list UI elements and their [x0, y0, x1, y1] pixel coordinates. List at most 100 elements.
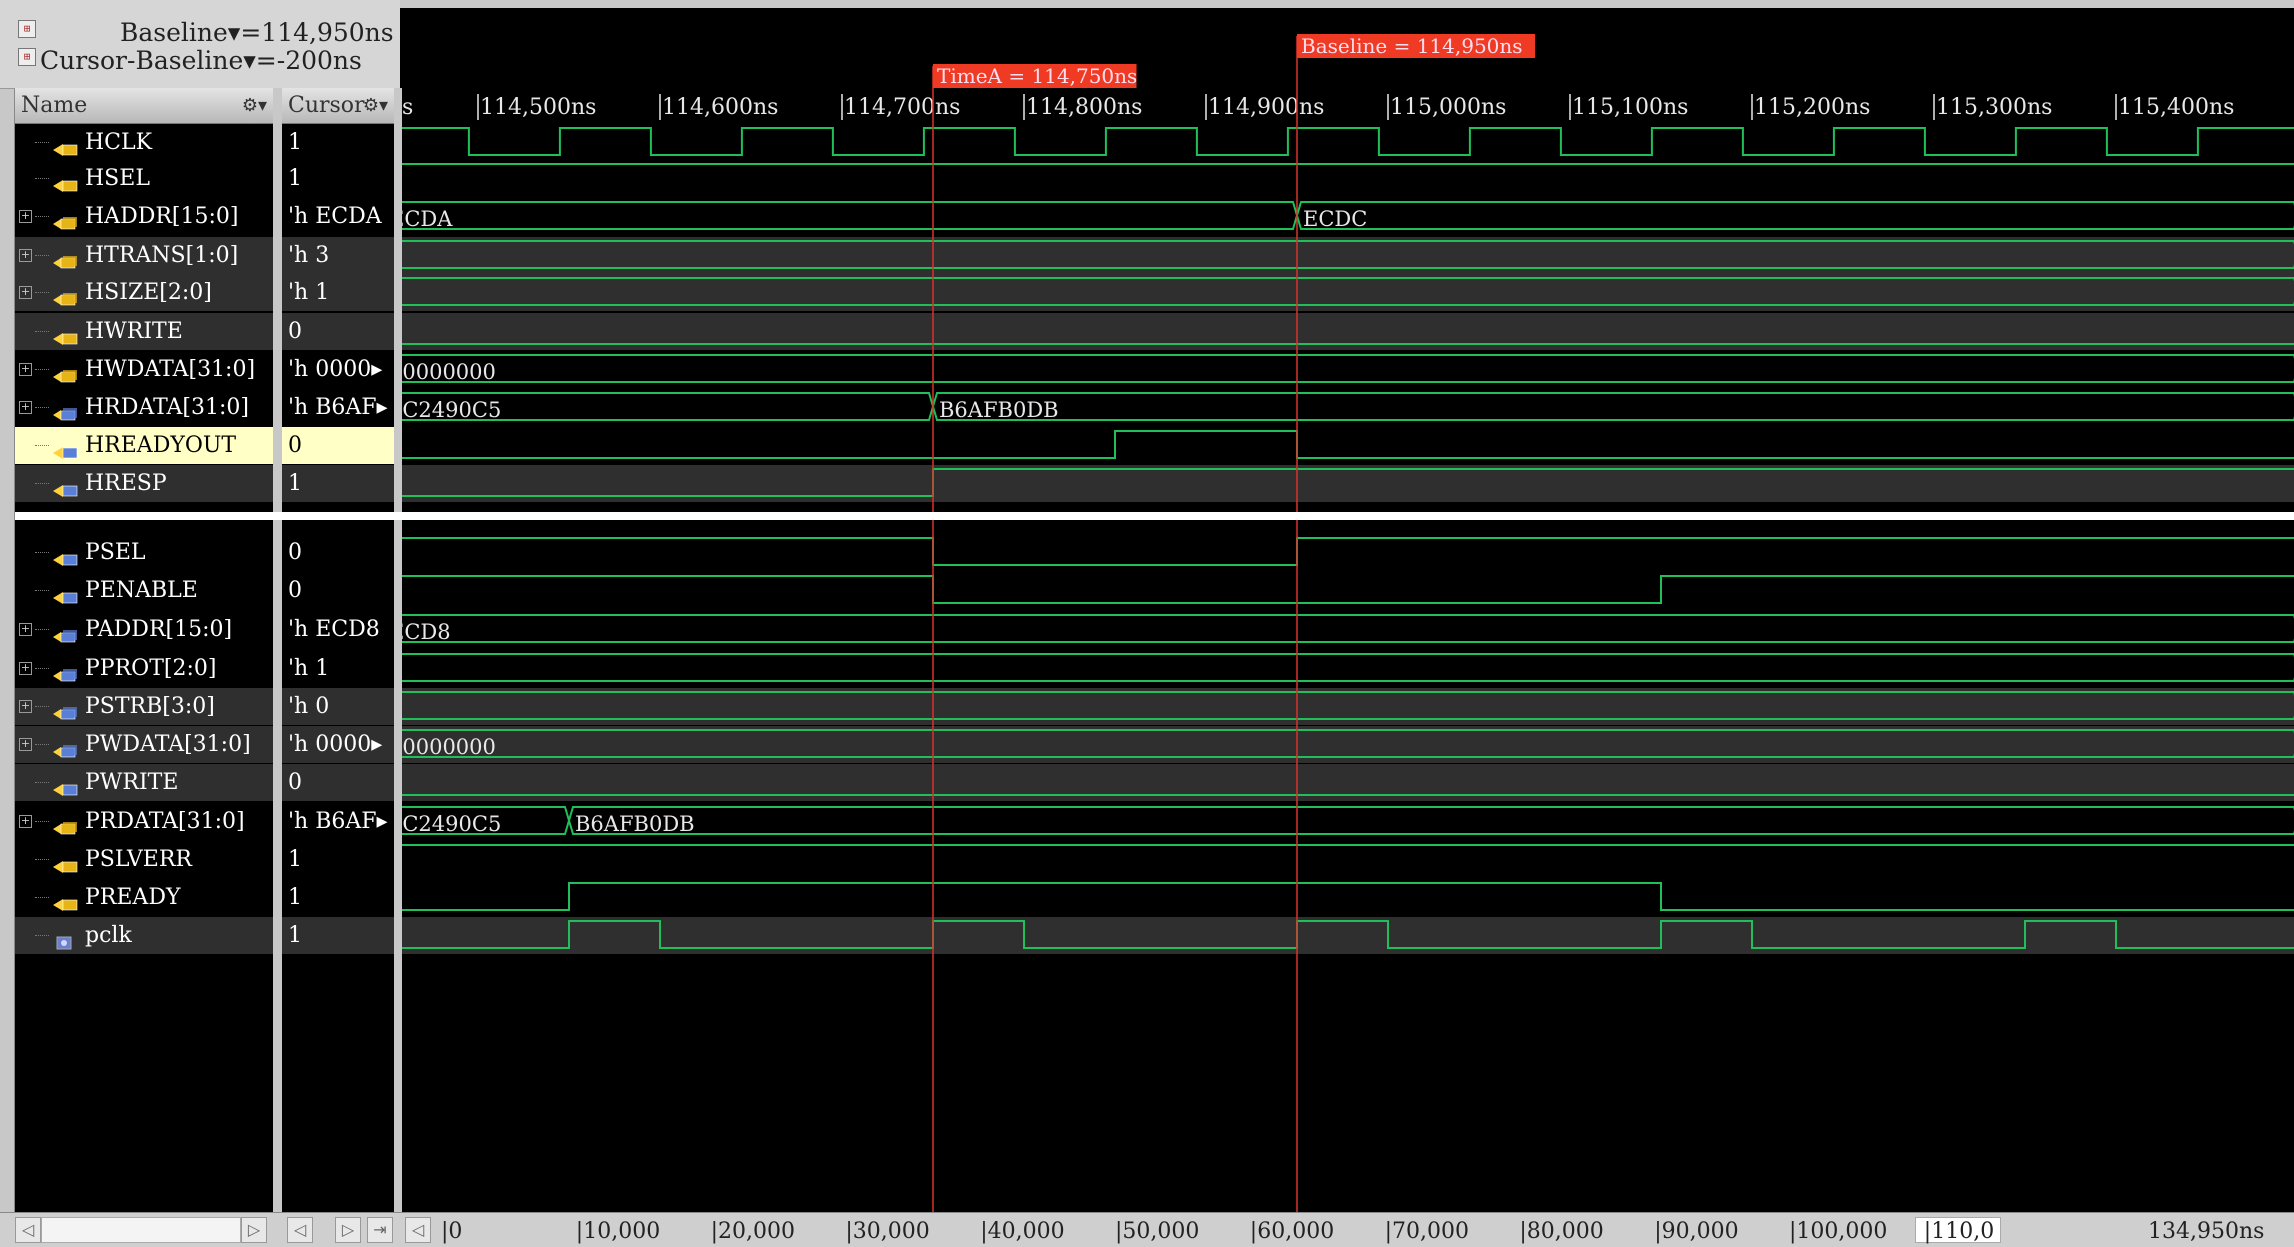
- cursor-baseline-readout[interactable]: Cursor-Baseline▾=-200ns: [40, 46, 362, 75]
- signal-row-hclk[interactable]: HCLK: [15, 124, 273, 161]
- cursor-value-row[interactable]: 0: [282, 572, 394, 609]
- signal-name: PSLVERR: [85, 841, 192, 878]
- tree-connector: [35, 668, 49, 669]
- tree-connector: [35, 483, 49, 484]
- signal-row-psel[interactable]: PSEL: [15, 534, 273, 571]
- values-scroll-left-button[interactable]: ◁: [287, 1217, 313, 1243]
- signal-row-hresp[interactable]: HRESP: [15, 465, 273, 502]
- cursor-value-row[interactable]: 1: [282, 879, 394, 916]
- top-border: [400, 0, 2294, 8]
- cursor-value-row[interactable]: 'h 0000▸: [282, 726, 394, 763]
- cursor-baseline-icon[interactable]: ⊞: [18, 48, 36, 66]
- gear-icon[interactable]: ⚙▾: [242, 88, 267, 124]
- cursor-value: 0: [288, 427, 302, 464]
- tree-connector: [35, 706, 49, 707]
- waveform-pane[interactable]: s114,500ns114,600ns114,700ns114,800ns114…: [402, 8, 2294, 1212]
- timeline-tick-label: 114,700ns: [844, 95, 960, 120]
- names-scroll-thumb[interactable]: [41, 1217, 241, 1243]
- signal-row-hsize-2-0[interactable]: +HSIZE[2:0]: [15, 274, 273, 311]
- waveform-canvas[interactable]: s114,500ns114,600ns114,700ns114,800ns114…: [402, 8, 2294, 1212]
- signal-name: PSEL: [85, 534, 146, 571]
- expand-icon[interactable]: +: [19, 662, 32, 675]
- signal-row-hreadyout[interactable]: HREADYOUT: [15, 427, 273, 464]
- signal-row-haddr-15-0[interactable]: +HADDR[15:0]: [15, 198, 273, 235]
- cursor-value: 'h 1: [288, 650, 329, 687]
- expand-icon[interactable]: +: [19, 249, 32, 262]
- signal-row-pclk[interactable]: pclk: [15, 917, 273, 954]
- expand-icon[interactable]: +: [19, 738, 32, 751]
- expand-icon[interactable]: +: [19, 286, 32, 299]
- bottom-ruler-label: |70,000: [1385, 1219, 1469, 1244]
- cursor-value-row[interactable]: 0: [282, 534, 394, 571]
- signal-row-hwdata-31-0[interactable]: +HWDATA[31:0]: [15, 351, 273, 388]
- cursor-value-row[interactable]: 'h 0: [282, 688, 394, 725]
- cursor-value-row[interactable]: 'h 3: [282, 237, 394, 274]
- signal-row-htrans-1-0[interactable]: +HTRANS[1:0]: [15, 237, 273, 274]
- signal-row-prdata-31-0[interactable]: +PRDATA[31:0]: [15, 803, 273, 840]
- wave-scroll-left-button[interactable]: ◁: [405, 1217, 431, 1243]
- cursor-value-row[interactable]: 1: [282, 465, 394, 502]
- signal-row-penable[interactable]: PENABLE: [15, 572, 273, 609]
- timeline-tick-label: 114,500ns: [480, 95, 596, 120]
- cursor-column-header[interactable]: Cursor ⚙▾: [282, 88, 394, 124]
- cursor-value-row[interactable]: 'h B6AF▸: [282, 389, 394, 426]
- signal-row-pwrite[interactable]: PWRITE: [15, 764, 273, 801]
- cursor-value-row[interactable]: 'h 1: [282, 274, 394, 311]
- cursor-value-row[interactable]: 1: [282, 917, 394, 954]
- signal-row-pslverr[interactable]: PSLVERR: [15, 841, 273, 878]
- cursor-value-row[interactable]: 'h B6AF▸: [282, 803, 394, 840]
- cursor-value: 1: [288, 124, 302, 161]
- expand-icon[interactable]: +: [19, 363, 32, 376]
- expand-icon[interactable]: +: [19, 401, 32, 414]
- signal-row-pprot-2-0[interactable]: +PPROT[2:0]: [15, 650, 273, 687]
- output-arrow-icon: [51, 437, 81, 455]
- name-column-header[interactable]: Name ⚙▾: [15, 88, 273, 124]
- signal-row-hrdata-31-0[interactable]: +HRDATA[31:0]: [15, 389, 273, 426]
- baseline-readout[interactable]: Baseline▾=114,950ns: [120, 18, 394, 47]
- signal-row-pstrb-3-0[interactable]: +PSTRB[3:0]: [15, 688, 273, 725]
- tree-connector: [35, 292, 49, 293]
- values-scroll-end-button[interactable]: ⇥: [367, 1217, 393, 1243]
- cursor-value-row[interactable]: 0: [282, 764, 394, 801]
- bus-segment: [933, 393, 2294, 420]
- gear-icon[interactable]: ⚙▾: [363, 88, 388, 124]
- expand-icon[interactable]: +: [19, 815, 32, 828]
- tree-connector: [35, 178, 49, 179]
- pane-splitter-1[interactable]: [273, 88, 282, 1212]
- tree-connector: [35, 407, 49, 408]
- values-scroll-right-button[interactable]: ▷: [335, 1217, 361, 1243]
- input-arrow-icon: [51, 323, 81, 341]
- expand-icon[interactable]: +: [19, 700, 32, 713]
- cursor-value-row[interactable]: 0: [282, 313, 394, 350]
- wave-trace: [402, 431, 2294, 458]
- tree-connector: [35, 216, 49, 217]
- cursor-value-row[interactable]: 1: [282, 124, 394, 161]
- signal-row-hsel[interactable]: HSEL: [15, 160, 273, 197]
- bus-value-label: ECDC: [1303, 207, 1367, 231]
- cursor-value-row[interactable]: 'h 0000▸: [282, 351, 394, 388]
- baseline-marker-label: Baseline = 114,950ns: [1301, 34, 1523, 58]
- cursor-value-row[interactable]: 0: [282, 427, 394, 464]
- cursor-value-pane: Cursor ⚙▾ 11'h ECDA'h 3'h 10'h 0000▸'h B…: [282, 88, 394, 1212]
- expand-icon[interactable]: +: [19, 623, 32, 636]
- expand-icon[interactable]: +: [19, 210, 32, 223]
- tree-connector: [35, 935, 49, 936]
- baseline-icon[interactable]: ⊞: [18, 20, 36, 38]
- cursor-value-row[interactable]: 1: [282, 841, 394, 878]
- cursor-value-row[interactable]: 'h 1: [282, 650, 394, 687]
- cursor-value-row[interactable]: 1: [282, 160, 394, 197]
- signal-row-pready[interactable]: PREADY: [15, 879, 273, 916]
- signal-row-hwrite[interactable]: HWRITE: [15, 313, 273, 350]
- signal-name: pclk: [85, 917, 132, 954]
- cursor-value-row[interactable]: 'h ECDA: [282, 198, 394, 235]
- bus-segment: [402, 615, 2294, 642]
- signal-row-paddr-15-0[interactable]: +PADDR[15:0]: [15, 611, 273, 648]
- cursor-value-row[interactable]: 'h ECD8: [282, 611, 394, 648]
- names-scroll-left-button[interactable]: ◁: [15, 1217, 41, 1243]
- signal-row-pwdata-31-0[interactable]: +PWDATA[31:0]: [15, 726, 273, 763]
- pane-splitter-2[interactable]: [394, 88, 402, 1212]
- cursor-value: 'h 0000▸: [288, 351, 382, 388]
- bottom-ruler-label: |50,000: [1115, 1219, 1199, 1244]
- horizontal-scrollbar[interactable]: ◁ ▷ ◁ ▷ ⇥ ◁ |0|10,000|20,000|30,000|40,0…: [0, 1212, 2294, 1247]
- names-scroll-right-button[interactable]: ▷: [241, 1217, 267, 1243]
